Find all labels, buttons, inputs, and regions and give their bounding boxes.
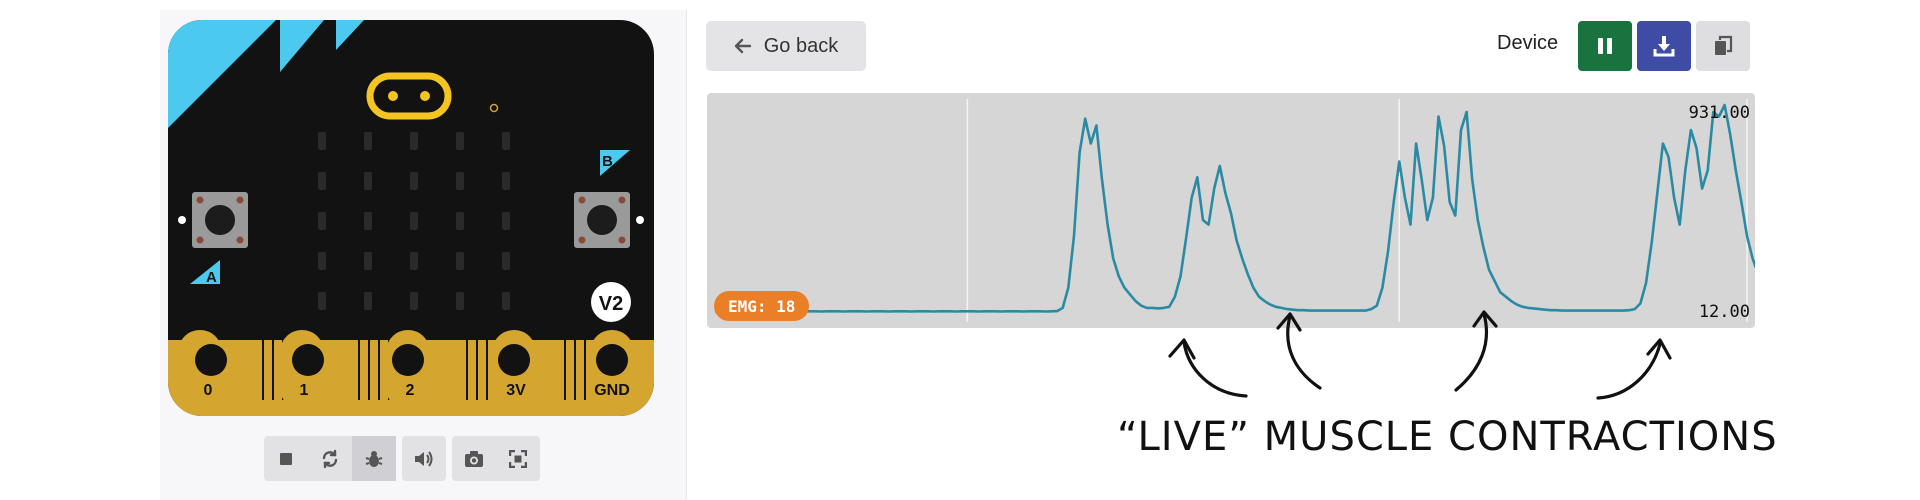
stop-icon[interactable]	[264, 436, 308, 481]
button-a-label: A	[206, 269, 217, 286]
pin-label: 2	[406, 382, 415, 399]
device-label: Device	[1497, 32, 1559, 54]
annotation-caption: “LIVE” MUSCLE CONTRACTIONS	[1117, 414, 1778, 460]
arrow-icon	[1168, 338, 1196, 360]
debug-icon[interactable]	[352, 436, 396, 481]
panel-divider	[686, 10, 687, 500]
pin-label: 0	[204, 382, 213, 399]
restart-icon[interactable]	[308, 436, 352, 481]
pause-button[interactable]	[1578, 21, 1632, 71]
microbit-board: A B V2 0 1 2 3V GND	[168, 20, 654, 416]
download-button[interactable]	[1637, 21, 1691, 71]
go-back-button[interactable]: Go back	[706, 21, 866, 71]
arrow-left-icon	[734, 38, 751, 54]
arrow-icon	[1286, 314, 1322, 390]
button-b[interactable]	[574, 192, 630, 248]
download-icon	[1653, 36, 1675, 57]
copy-icon	[1715, 35, 1733, 55]
emg-chart	[707, 93, 1755, 328]
simulator-toolbar	[264, 436, 540, 481]
y-max-label: 931.00	[1688, 103, 1750, 123]
sound-icon[interactable]	[402, 436, 446, 481]
arrow-icon	[1454, 312, 1489, 392]
go-back-label: Go back	[763, 34, 839, 57]
pause-icon	[1598, 38, 1612, 54]
emg-value-badge: EMG: 18	[714, 291, 810, 321]
copy-button[interactable]	[1696, 21, 1750, 71]
fullscreen-icon[interactable]	[496, 436, 540, 481]
version-badge: V2	[599, 293, 623, 315]
button-a[interactable]	[192, 192, 248, 248]
pin-label: 1	[300, 382, 309, 399]
screenshot-icon[interactable]	[452, 436, 496, 481]
pin-label: GND	[594, 382, 630, 399]
arrow-icon	[1182, 340, 1248, 398]
button-b-label: B	[602, 153, 613, 170]
pin-label: 3V	[506, 382, 526, 399]
